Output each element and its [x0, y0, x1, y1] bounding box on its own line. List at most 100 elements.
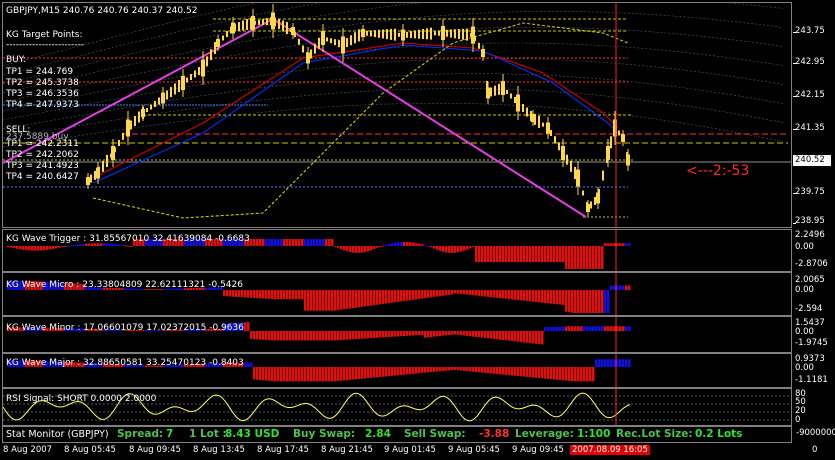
candle-body	[294, 32, 296, 38]
histogram-bar	[448, 246, 451, 253]
histogram-bar	[343, 246, 346, 251]
histogram-bar	[250, 331, 253, 340]
histogram-bar	[556, 326, 559, 331]
histogram-bar	[433, 246, 436, 249]
histogram-bar	[601, 246, 604, 269]
histogram-bar	[496, 290, 499, 298]
histogram-bar	[550, 290, 553, 304]
histogram-bar	[475, 331, 478, 337]
wave-major-pane[interactable]: KG Wave Major : 32.88650581 33.25470123 …	[2, 353, 792, 388]
histogram-bar	[58, 246, 61, 248]
candle-body	[522, 104, 524, 112]
candle-body	[486, 87, 490, 99]
candle-body	[206, 56, 208, 67]
histogram-bar	[490, 246, 493, 263]
histogram-bar	[553, 367, 556, 380]
histogram-bar	[268, 367, 271, 381]
histogram-bar	[301, 239, 304, 246]
histogram-bar	[379, 367, 382, 377]
histogram-bar	[400, 290, 403, 302]
histogram-bar	[520, 367, 523, 377]
histogram-bar	[286, 367, 289, 382]
candle-body	[606, 152, 608, 163]
histogram-bar	[598, 326, 601, 331]
main-price-axis: 243.75 242.95 242.15 241.35 239.75 238.9…	[793, 2, 835, 228]
axis-tick: -1.1181	[795, 375, 828, 385]
histogram-bar	[319, 290, 322, 311]
histogram-bar	[82, 243, 85, 246]
histogram-bar	[592, 367, 595, 382]
histogram-bar	[526, 246, 529, 263]
main-chart-pane[interactable]: GBPJPY,M15 240.76 240.76 240.37 240.52 K…	[2, 2, 792, 228]
histogram-bar	[448, 331, 451, 335]
histogram-bar	[397, 331, 400, 337]
histogram-bar	[283, 290, 286, 300]
rsi-pane[interactable]: RSI Signal: SHORT 0.0000 2.0000	[2, 388, 792, 426]
histogram-bar	[385, 331, 388, 338]
histogram-bar	[514, 290, 517, 300]
wave-minor-axis: 1.5437 0.00 -1.9745	[793, 316, 835, 353]
histogram-bar	[613, 285, 616, 290]
histogram-bar	[604, 326, 607, 331]
histogram-bar	[442, 367, 445, 371]
histogram-bar	[307, 239, 310, 246]
histogram-bar	[547, 367, 550, 379]
histogram-bar	[409, 367, 412, 375]
wave-trigger-axis: 2.2496 0.00 -2.8706	[793, 229, 835, 272]
candle-body	[114, 147, 116, 153]
wave-minor-pane[interactable]: KG Wave Minor : 17.06601079 17.02372015 …	[2, 316, 792, 353]
wave-micro-pane[interactable]: KG Wave Micro : 23.33804809 22.62111321 …	[2, 272, 792, 316]
histogram-bar	[505, 331, 508, 341]
histogram-bar	[523, 367, 526, 377]
histogram-bar	[250, 239, 253, 246]
candle-body	[202, 63, 204, 73]
histogram-bar	[403, 367, 406, 375]
wave-trigger-pane[interactable]: KG Wave Trigger : 31.85567010 32.4163908…	[2, 229, 792, 272]
time-label: 8 Aug 2007	[3, 445, 53, 455]
histogram-bar	[373, 367, 376, 378]
histogram-bar	[247, 290, 250, 298]
histogram-bar	[562, 246, 565, 263]
histogram-bar	[562, 290, 565, 305]
histogram-bar	[415, 290, 418, 300]
candle-body	[542, 122, 544, 127]
envelope-line	[3, 58, 784, 121]
histogram-bar	[532, 246, 535, 263]
histogram-bar	[274, 239, 277, 246]
candle-body	[194, 70, 196, 78]
histogram-bar	[511, 290, 514, 300]
time-label: 8 Aug 05:45	[64, 445, 116, 455]
histogram-bar	[310, 290, 313, 311]
histogram-bar	[334, 290, 337, 311]
histogram-bar	[418, 243, 421, 246]
histogram-bar	[598, 290, 601, 313]
histogram-bar	[598, 246, 601, 269]
histogram-bar	[361, 246, 364, 253]
zigzag-line	[3, 17, 587, 218]
rec-lot-value: 0.2 Lots	[695, 428, 743, 440]
histogram-bar	[376, 246, 379, 248]
histogram-bar	[607, 243, 610, 246]
histogram-bar	[445, 246, 448, 253]
histogram-bar	[415, 242, 418, 246]
candle-body	[386, 29, 388, 40]
time-label: 8 Aug 21:45	[321, 445, 373, 455]
histogram-bar	[304, 290, 307, 311]
candle-body	[510, 93, 512, 99]
histogram-bar	[622, 326, 625, 331]
candle-body	[546, 124, 548, 130]
candle-body	[102, 160, 104, 172]
histogram-bar	[295, 367, 298, 382]
histogram-bar	[262, 367, 265, 381]
histogram-bar	[412, 242, 415, 246]
histogram-bar	[385, 244, 388, 246]
histogram-bar	[286, 331, 289, 341]
candle-body	[342, 41, 344, 49]
histogram-bar	[367, 290, 370, 307]
sell-tp1: TP1 = 242.2311	[6, 139, 79, 149]
histogram-bar	[490, 367, 493, 374]
histogram-bar	[628, 285, 631, 290]
histogram-bar	[388, 243, 391, 246]
histogram-bar	[424, 331, 427, 338]
histogram-bar	[355, 331, 358, 340]
